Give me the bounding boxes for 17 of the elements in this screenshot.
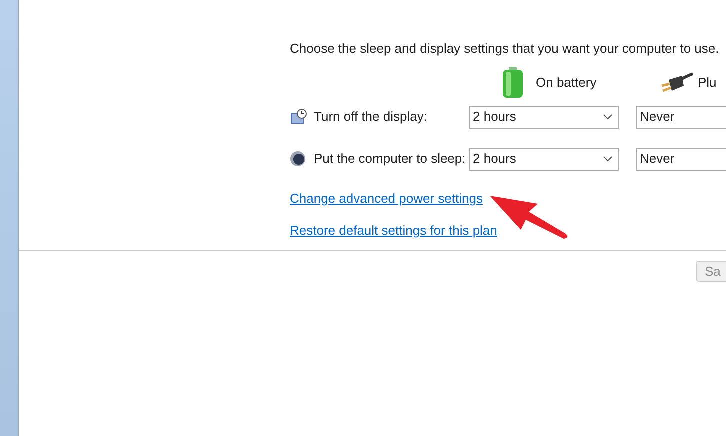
- chevron-down-icon: [603, 156, 613, 162]
- dropdown[interactable]: Never: [636, 148, 726, 170]
- moon-icon: [290, 151, 306, 167]
- settings-link[interactable]: Change advanced power settings: [290, 188, 483, 208]
- column-heading: On battery: [536, 74, 597, 92]
- dropdown[interactable]: Never: [636, 106, 726, 128]
- column-heading: Plu: [698, 74, 717, 92]
- dropdown[interactable]: 2 hours: [469, 106, 619, 128]
- battery-icon: [502, 66, 524, 98]
- settings-link[interactable]: Restore default settings for this plan: [290, 221, 498, 240]
- monitor-clock-icon: [290, 109, 308, 125]
- chevron-down-icon: [603, 114, 613, 120]
- power-plug-icon: [660, 72, 694, 94]
- dropdown[interactable]: 2 hours: [469, 148, 619, 170]
- instruction-text: Choose the sleep and display settings that you want your computer to use.: [290, 40, 720, 58]
- setting-label: Put the computer to sleep:: [314, 150, 467, 168]
- setting-label: Turn off the display:: [314, 108, 428, 126]
